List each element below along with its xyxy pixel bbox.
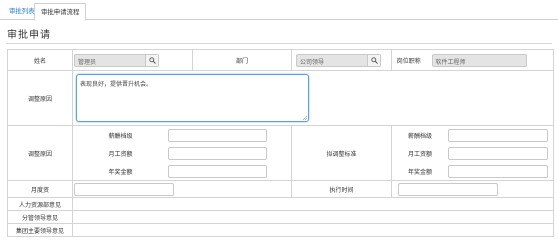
proposed-standard-cell: 薪酬档级 月工资额 年奖金额 (391, 125, 554, 181)
name-cell: 管理员 (72, 49, 193, 71)
form-row-basic: 姓名 管理员 部门 公司领导 岗位职称 软件工程师 (7, 49, 554, 71)
page-title: 审批申请 (7, 30, 51, 41)
current-bonus-input[interactable] (168, 164, 267, 178)
form-row-group: 集团主要领导意见 (7, 223, 554, 237)
form-row-monthly: 月度资 执行时间 (7, 180, 554, 198)
position-field[interactable]: 软件工程师 (431, 53, 527, 67)
reason-label: 调整原因 (7, 70, 73, 126)
monthly-input[interactable] (74, 182, 174, 196)
tab-bar: 审批列表 审批申请流程 (0, 0, 558, 21)
current-monthly-row: 月工资额 (73, 144, 291, 162)
group-opinion-label: 集团主要领导意见 (7, 223, 73, 237)
exec-time-label: 执行时间 (291, 180, 392, 198)
name-field[interactable]: 管理员 (74, 53, 159, 67)
position-cell: 软件工程师 (425, 49, 554, 71)
branch-opinion-cell (72, 210, 554, 224)
branch-opinion-label: 分管领导意见 (7, 210, 73, 224)
current-bonus-label: 年奖金额 (108, 168, 133, 176)
tab-approval-process[interactable]: 审批申请流程 (34, 3, 87, 21)
name-search-button[interactable] (145, 54, 158, 66)
exec-time-cell (391, 180, 554, 198)
proposed-label: 拟调整标准 (291, 125, 392, 181)
exec-time-input[interactable] (398, 182, 498, 196)
current-monthly-label: 月工资额 (108, 150, 133, 158)
resize-handle-icon[interactable] (302, 115, 307, 120)
dept-label: 部门 (192, 49, 292, 71)
current-grade-input[interactable] (168, 128, 267, 142)
current-grade-label: 薪酬档级 (108, 132, 133, 140)
proposed-grade-input[interactable] (448, 128, 548, 142)
reason-cell: 表现良好，提供晋升机会。 (72, 70, 554, 126)
current-standard-cell: 薪酬档级 月工资额 年奖金额 (72, 125, 292, 181)
current-monthly-input[interactable] (168, 146, 267, 160)
proposed-grade-row: 薪酬档级 (392, 126, 553, 144)
search-icon (149, 56, 156, 64)
approval-form: 姓名 管理员 部门 公司领导 岗位职称 软件工程师 调整原因 表现良好，提供晋升… (7, 49, 554, 237)
current-bonus-row: 年奖金额 (73, 162, 291, 180)
proposed-bonus-input[interactable] (448, 164, 548, 178)
monthly-label: 月度资 (7, 180, 73, 198)
dept-search-button[interactable] (367, 54, 380, 66)
form-row-adjust: 调整原因 薪酬档级 月工资额 年奖金额 拟调整标准 薪酬档级 月工资额 年奖金额 (7, 125, 554, 181)
hr-opinion-cell (72, 197, 554, 211)
form-row-reason: 调整原因 表现良好，提供晋升机会。 (7, 70, 554, 126)
form-row-branch: 分管领导意见 (7, 210, 554, 224)
dept-cell: 公司领导 (291, 49, 392, 71)
current-grade-row: 薪酬档级 (73, 126, 291, 144)
title-divider (6, 43, 552, 44)
position-label: 岗位职称 (391, 49, 426, 71)
reason-textarea[interactable]: 表现良好，提供晋升机会。 (76, 74, 309, 122)
monthly-cell (72, 180, 292, 198)
group-opinion-cell (72, 223, 554, 237)
name-label: 姓名 (7, 49, 73, 71)
proposed-monthly-row: 月工资额 (392, 144, 553, 162)
proposed-bonus-label: 年奖金额 (407, 168, 432, 176)
proposed-monthly-input[interactable] (448, 146, 548, 160)
proposed-bonus-row: 年奖金额 (392, 162, 553, 180)
dept-field[interactable]: 公司领导 (296, 53, 381, 67)
proposed-grade-label: 薪酬档级 (407, 132, 432, 140)
proposed-monthly-label: 月工资额 (407, 150, 432, 158)
adjust-reason-label: 调整原因 (7, 125, 73, 181)
hr-opinion-label: 人力资源部意见 (7, 197, 73, 211)
form-row-hr: 人力资源部意见 (7, 197, 554, 211)
search-icon (371, 56, 378, 64)
